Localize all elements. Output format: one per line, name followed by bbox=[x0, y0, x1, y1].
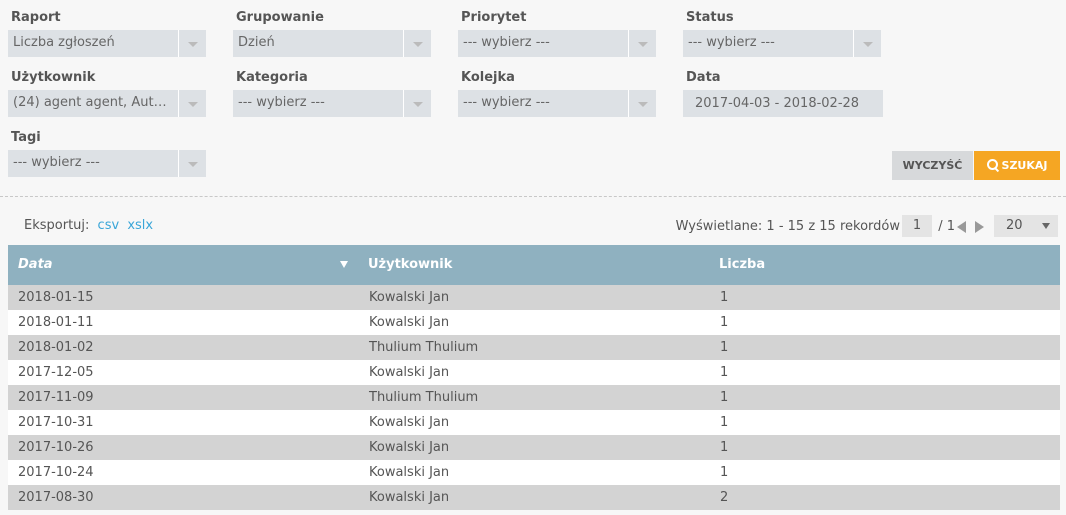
kategoria-label: Kategoria bbox=[236, 70, 308, 85]
search-button[interactable]: SZUKAJ bbox=[974, 151, 1060, 180]
search-button-label: SZUKAJ bbox=[1001, 159, 1048, 172]
cell-count: 1 bbox=[720, 440, 729, 455]
cell-date: 2017-12-05 bbox=[18, 365, 94, 380]
uzytkownik-select[interactable]: (24) agent agent, Automa... bbox=[8, 90, 206, 117]
kolejka-value: --- wybierz --- bbox=[463, 95, 550, 110]
next-page-icon[interactable] bbox=[975, 221, 984, 233]
chevron-down-icon bbox=[403, 30, 431, 57]
pagination: Wyświetlane: 1 - 15 z 15 rekordów 1 / 1 … bbox=[676, 214, 1058, 238]
kategoria-select[interactable]: --- wybierz --- bbox=[233, 90, 431, 117]
clear-button[interactable]: WYCZYŚĆ bbox=[892, 151, 973, 180]
priorytet-select[interactable]: --- wybierz --- bbox=[458, 30, 656, 57]
cell-user: Kowalski Jan bbox=[369, 440, 450, 455]
export-links: Eksportuj: csv xslx bbox=[24, 218, 153, 233]
cell-user: Kowalski Jan bbox=[369, 365, 450, 380]
table-row: 2017-10-31 Kowalski Jan 1 bbox=[8, 410, 1060, 435]
prev-page-icon[interactable] bbox=[957, 221, 966, 233]
tagi-value: --- wybierz --- bbox=[13, 155, 100, 170]
cell-date: 2017-10-31 bbox=[18, 415, 94, 430]
column-header-count[interactable]: Liczba bbox=[719, 257, 765, 272]
clear-button-label: WYCZYŚĆ bbox=[902, 159, 963, 172]
raport-select[interactable]: Liczba zgłoszeń bbox=[8, 30, 206, 57]
cell-user: Kowalski Jan bbox=[369, 290, 450, 305]
chevron-down-icon bbox=[628, 30, 656, 57]
table-row: 2017-08-30 Kowalski Jan 2 bbox=[8, 485, 1060, 510]
page-number-input[interactable]: 1 bbox=[902, 215, 932, 237]
cell-date: 2018-01-02 bbox=[18, 340, 94, 355]
date-range-input[interactable]: 2017-04-03 - 2018-02-28 bbox=[683, 90, 883, 117]
column-header-user[interactable]: Użytkownik bbox=[368, 257, 452, 272]
export-label: Eksportuj: bbox=[24, 218, 90, 233]
chevron-down-icon bbox=[178, 30, 206, 57]
cell-date: 2017-08-30 bbox=[18, 490, 94, 505]
search-icon bbox=[986, 159, 998, 170]
cell-date: 2017-10-24 bbox=[18, 465, 94, 480]
raport-value: Liczba zgłoszeń bbox=[13, 35, 115, 50]
export-csv-link[interactable]: csv bbox=[98, 218, 120, 233]
table-body: 2018-01-15 Kowalski Jan 1 2018-01-11 Kow… bbox=[8, 285, 1060, 510]
chevron-down-icon bbox=[1042, 223, 1050, 229]
export-xslx-link[interactable]: xslx bbox=[127, 218, 153, 233]
sort-desc-icon[interactable] bbox=[340, 261, 348, 268]
status-label: Status bbox=[686, 10, 734, 25]
table-row: 2017-10-26 Kowalski Jan 1 bbox=[8, 435, 1060, 460]
priorytet-label: Priorytet bbox=[461, 10, 527, 25]
cell-count: 2 bbox=[720, 490, 729, 505]
cell-count: 1 bbox=[720, 365, 729, 380]
page-total: / 1 bbox=[938, 219, 955, 234]
cell-count: 1 bbox=[720, 415, 729, 430]
cell-user: Kowalski Jan bbox=[369, 315, 450, 330]
kolejka-label: Kolejka bbox=[461, 70, 515, 85]
cell-user: Kowalski Jan bbox=[369, 415, 450, 430]
cell-count: 1 bbox=[720, 340, 729, 355]
cell-user: Thulium Thulium bbox=[369, 340, 479, 355]
priorytet-value: --- wybierz --- bbox=[463, 35, 550, 50]
data-label: Data bbox=[686, 70, 721, 85]
uzytkownik-value: (24) agent agent, Automa... bbox=[13, 95, 173, 110]
column-header-date[interactable]: Data bbox=[18, 257, 53, 272]
chevron-down-icon bbox=[178, 150, 206, 177]
page-size-value: 20 bbox=[1006, 218, 1023, 233]
table-row: 2017-10-24 Kowalski Jan 1 bbox=[8, 460, 1060, 485]
cell-count: 1 bbox=[720, 465, 729, 480]
table-row: 2018-01-15 Kowalski Jan 1 bbox=[8, 285, 1060, 310]
cell-count: 1 bbox=[720, 290, 729, 305]
chevron-down-icon bbox=[403, 90, 431, 117]
cell-date: 2018-01-15 bbox=[18, 290, 94, 305]
chevron-down-icon bbox=[853, 30, 881, 57]
cell-count: 1 bbox=[720, 390, 729, 405]
cell-date: 2017-10-26 bbox=[18, 440, 94, 455]
raport-label: Raport bbox=[11, 10, 61, 25]
cell-count: 1 bbox=[720, 315, 729, 330]
filter-panel: Raport Liczba zgłoszeń Grupowanie Dzień … bbox=[0, 0, 1066, 190]
uzytkownik-label: Użytkownik bbox=[11, 70, 96, 85]
pagination-info: Wyświetlane: 1 - 15 z 15 rekordów bbox=[675, 219, 900, 234]
table-row: 2017-12-05 Kowalski Jan 1 bbox=[8, 360, 1060, 385]
table-row: 2018-01-02 Thulium Thulium 1 bbox=[8, 335, 1060, 360]
cell-date: 2018-01-11 bbox=[18, 315, 94, 330]
divider bbox=[0, 196, 1066, 197]
kategoria-value: --- wybierz --- bbox=[238, 95, 325, 110]
tagi-label: Tagi bbox=[11, 130, 41, 145]
page-size-select[interactable]: 20 bbox=[994, 215, 1058, 237]
cell-user: Kowalski Jan bbox=[369, 490, 450, 505]
grupowanie-label: Grupowanie bbox=[236, 10, 324, 25]
kolejka-select[interactable]: --- wybierz --- bbox=[458, 90, 656, 117]
chevron-down-icon bbox=[628, 90, 656, 117]
table-row: 2017-11-09 Thulium Thulium 1 bbox=[8, 385, 1060, 410]
grupowanie-value: Dzień bbox=[238, 35, 275, 50]
cell-date: 2017-11-09 bbox=[18, 390, 94, 405]
chevron-down-icon bbox=[178, 90, 206, 117]
table-header: Data Użytkownik Liczba bbox=[8, 245, 1060, 285]
status-value: --- wybierz --- bbox=[688, 35, 775, 50]
table-row: 2018-01-11 Kowalski Jan 1 bbox=[8, 310, 1060, 335]
status-select[interactable]: --- wybierz --- bbox=[683, 30, 881, 57]
grupowanie-select[interactable]: Dzień bbox=[233, 30, 431, 57]
cell-user: Kowalski Jan bbox=[369, 465, 450, 480]
tagi-select[interactable]: --- wybierz --- bbox=[8, 150, 206, 177]
results-table: Data Użytkownik Liczba 2018-01-15 Kowals… bbox=[8, 245, 1060, 510]
cell-user: Thulium Thulium bbox=[369, 390, 479, 405]
